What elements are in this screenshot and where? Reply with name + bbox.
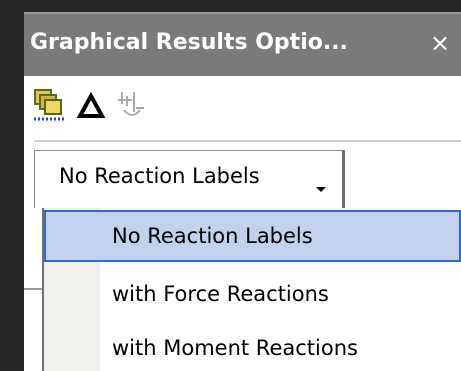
menu-item-no-reaction-labels[interactable]: No Reaction Labels [44, 210, 461, 262]
dropdown-selected-value: No Reaction Labels [59, 164, 260, 188]
dropdown-shadow [342, 150, 345, 208]
close-button[interactable]: × [427, 28, 453, 58]
background-frame-left [0, 0, 24, 371]
reaction-labels-menu: No Reaction Labels with Force Reactions … [42, 208, 461, 371]
toolbar [24, 76, 461, 140]
chevron-down-icon [316, 187, 326, 192]
title-bar[interactable]: Graphical Results Optio... × [24, 12, 461, 76]
copy-layers-icon[interactable] [32, 86, 66, 126]
triangle-icon[interactable] [74, 86, 108, 126]
menu-item-label: with Moment Reactions [112, 336, 358, 360]
menu-item-force-reactions[interactable]: with Force Reactions [44, 268, 461, 320]
menu-item-label: with Force Reactions [112, 282, 329, 306]
screen: Graphical Results Optio... × No Reaction… [0, 0, 461, 371]
menu-item-moment-reactions[interactable]: with Moment Reactions [44, 322, 461, 371]
reaction-labels-dropdown[interactable]: No Reaction Labels [34, 150, 344, 208]
window-title: Graphical Results Optio... [30, 30, 348, 55]
menu-item-label: No Reaction Labels [112, 224, 313, 248]
toolbar-divider [34, 140, 461, 142]
background-frame-top [0, 0, 461, 12]
support-reaction-icon[interactable] [114, 86, 148, 126]
